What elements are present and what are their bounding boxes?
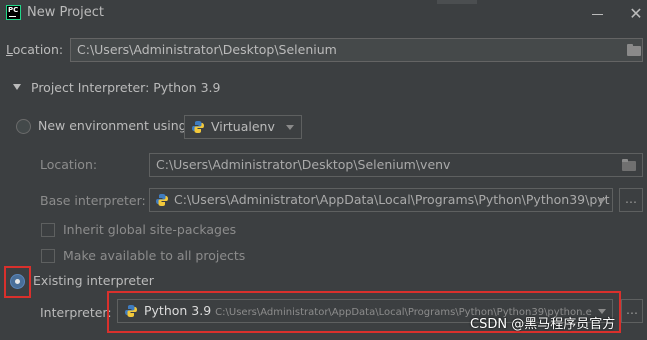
new-environment-radio[interactable] xyxy=(16,119,31,134)
venv-location-value: C:\Users\Administrator\Desktop\Selenium\… xyxy=(156,157,451,172)
make-available-checkbox[interactable] xyxy=(41,249,55,263)
inherit-global-label: Inherit global site-packages xyxy=(63,222,237,237)
python-icon xyxy=(125,305,137,317)
new-environment-label[interactable]: New environment using xyxy=(38,118,187,133)
chevron-down-icon xyxy=(286,125,294,130)
environment-tool-value: Virtualenv xyxy=(211,119,275,134)
existing-interpreter-label[interactable]: Existing interpreter xyxy=(33,273,154,288)
folder-icon[interactable] xyxy=(627,44,641,56)
close-button[interactable]: ✕ xyxy=(625,4,647,24)
location-field[interactable]: C:\Users\Administrator\Desktop\Selenium xyxy=(70,38,643,62)
title-bar-strip xyxy=(437,0,477,4)
interpreter-label: Interpreter: xyxy=(40,305,112,320)
collapse-triangle-icon[interactable] xyxy=(13,84,21,90)
chevron-down-icon xyxy=(598,198,606,203)
location-value: C:\Users\Administrator\Desktop\Selenium xyxy=(77,42,337,57)
location-label: Location: xyxy=(6,42,64,57)
inherit-global-checkbox[interactable] xyxy=(41,223,55,237)
minimize-button[interactable] xyxy=(586,4,608,24)
make-available-label: Make available to all projects xyxy=(63,248,246,263)
window-title: New Project xyxy=(27,5,104,20)
venv-location-field[interactable]: C:\Users\Administrator\Desktop\Selenium\… xyxy=(149,153,643,177)
existing-interpreter-radio[interactable] xyxy=(10,274,25,289)
base-interpreter-label: Base interpreter: xyxy=(40,193,146,208)
folder-icon[interactable] xyxy=(622,159,636,171)
base-interpreter-value: C:\Users\Administrator\AppData\Local\Pro… xyxy=(174,192,610,207)
interpreter-name: Python 3.9 xyxy=(144,303,212,318)
interpreter-section-header[interactable]: Project Interpreter: Python 3.9 xyxy=(31,80,220,95)
python-icon xyxy=(156,194,168,206)
pycharm-logo-icon: PC xyxy=(6,5,21,20)
base-interpreter-dropdown[interactable]: C:\Users\Administrator\AppData\Local\Pro… xyxy=(149,188,613,212)
python-icon xyxy=(192,121,204,133)
interpreter-browse-button[interactable]: ... xyxy=(621,299,643,323)
watermark-text: CSDN @黑马程序员官方 xyxy=(470,317,616,332)
venv-location-label: Location: xyxy=(40,157,98,172)
base-interpreter-browse-button[interactable]: ... xyxy=(619,188,643,212)
